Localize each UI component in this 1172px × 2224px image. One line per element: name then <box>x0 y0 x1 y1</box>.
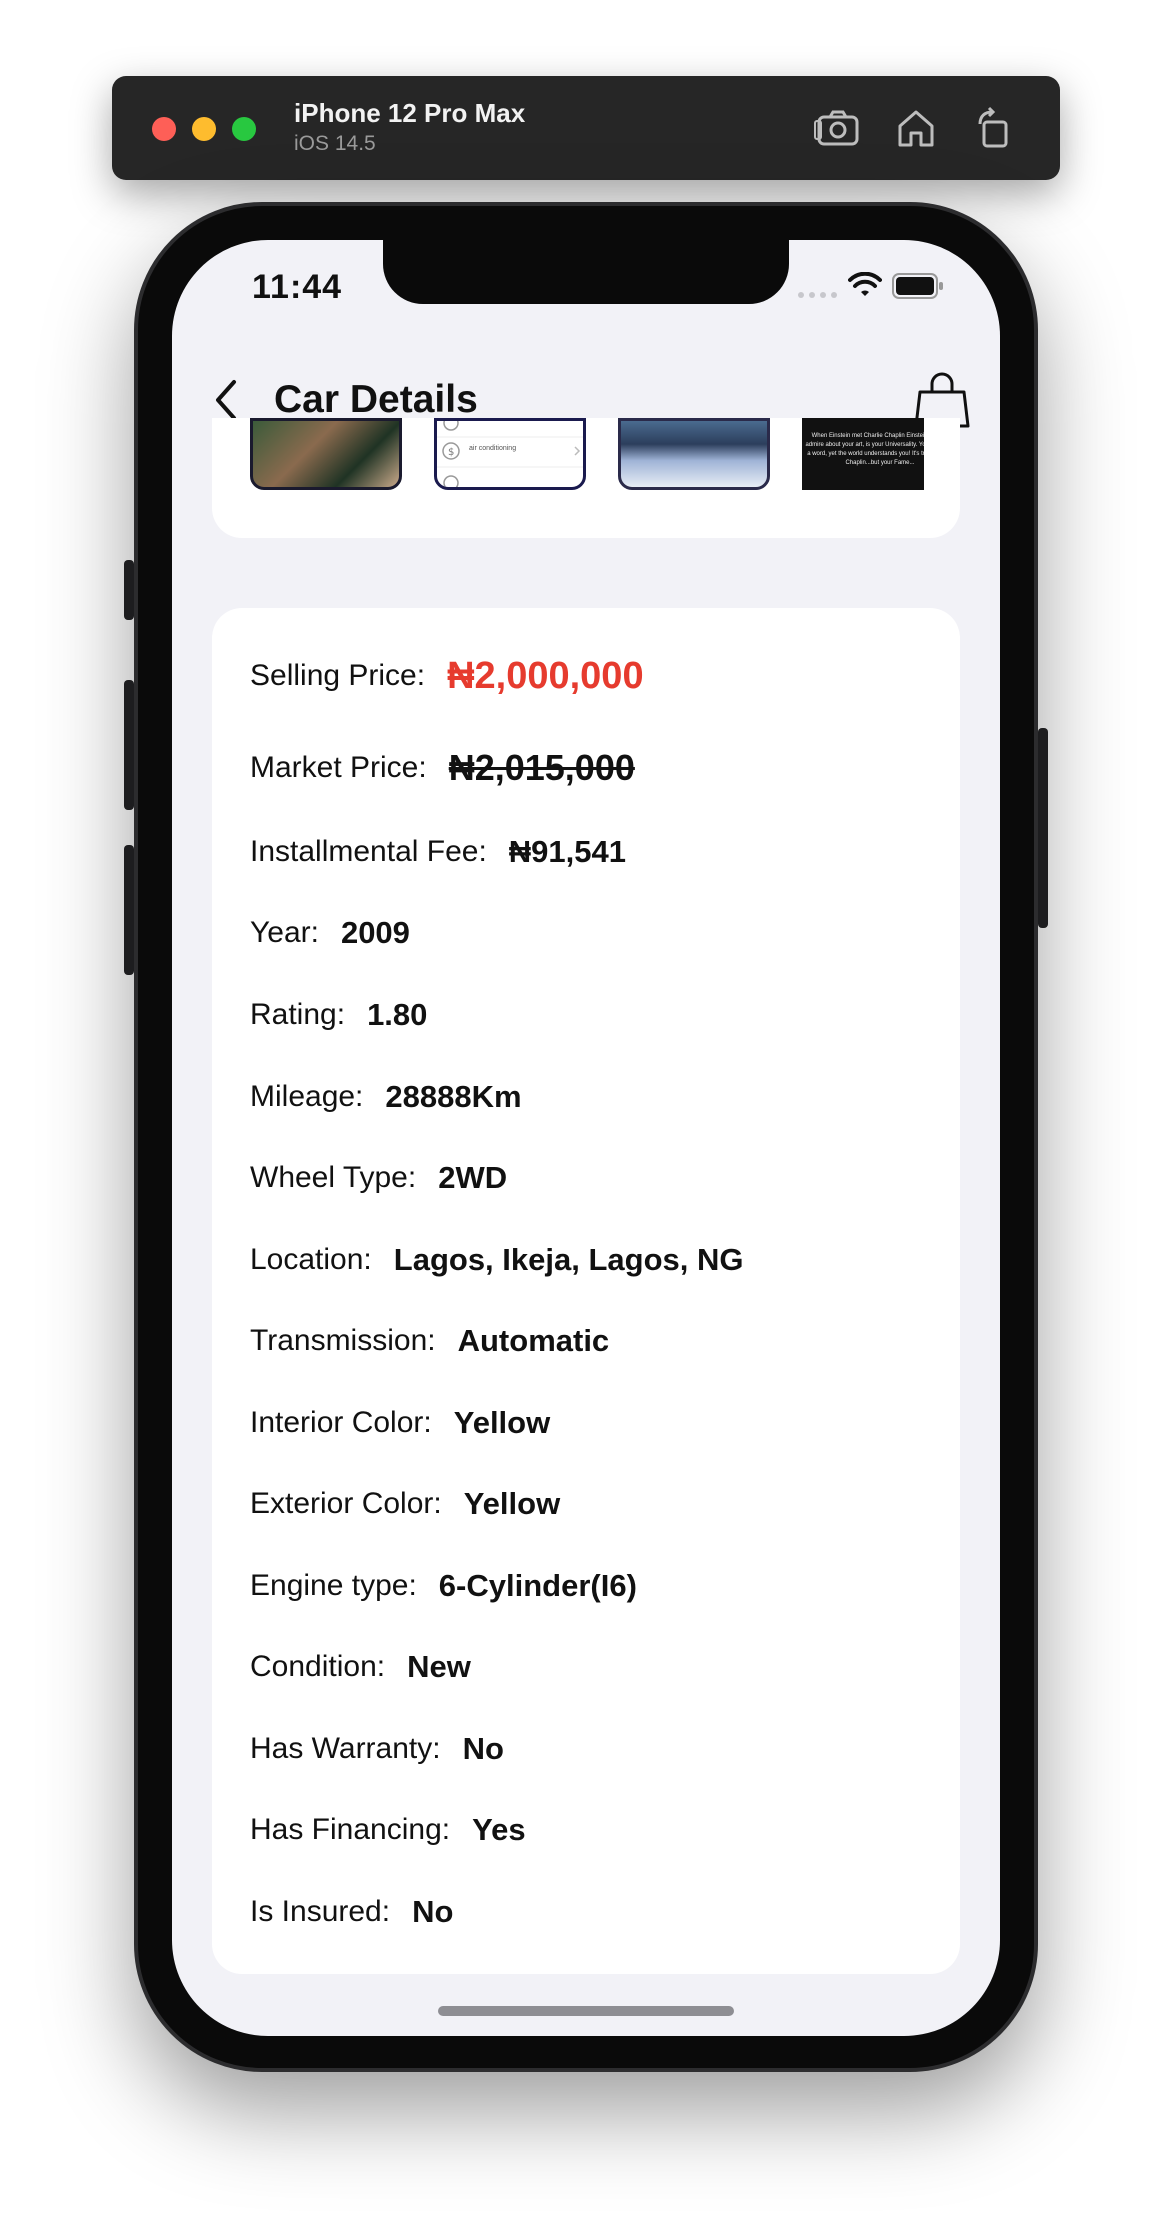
detail-label: Selling Price: <box>250 659 426 692</box>
thumbnail-caption: When Einstein met Charlie Chaplin Einste… <box>805 433 924 466</box>
screenshot-thumbnail-image: $ <box>437 421 583 487</box>
detail-value: 28888Km <box>385 1079 522 1114</box>
wifi-icon <box>848 272 882 296</box>
detail-row-mileage: Mileage: 28888Km <box>250 1067 522 1127</box>
detail-label: Interior Color: <box>250 1406 432 1439</box>
detail-value: Yellow <box>463 1486 561 1521</box>
detail-label: Is Insured: <box>250 1895 391 1928</box>
detail-row-location: Location: Lagos, Ikeja, Lagos, NG <box>250 1230 743 1290</box>
detail-label: Mileage: <box>250 1080 364 1113</box>
market-price-value: ₦2,015,000 <box>448 747 635 788</box>
volume-down-button <box>124 845 134 975</box>
power-button <box>1038 728 1048 928</box>
detail-label: Engine type: <box>250 1569 417 1602</box>
detail-label: Market Price: <box>250 751 427 784</box>
detail-value: Yellow <box>453 1405 551 1440</box>
detail-label: Has Warranty: <box>250 1732 441 1765</box>
detail-value: New <box>407 1649 471 1684</box>
selling-price-value: ₦2,000,000 <box>447 654 644 697</box>
silent-switch <box>124 560 134 620</box>
detail-label: Transmission: <box>250 1324 436 1357</box>
detail-value: Lagos, Ikeja, Lagos, NG <box>393 1242 744 1277</box>
image-gallery[interactable]: $ air conditioning When Einstein met Cha… <box>212 418 960 538</box>
gallery-thumbnail[interactable] <box>250 418 402 490</box>
detail-row-engine-type: Engine type: 6-Cylinder(I6) <box>250 1556 637 1616</box>
status-time: 11:44 <box>252 268 343 306</box>
page-title: Car Details <box>274 378 478 421</box>
detail-value: 1.80 <box>367 997 428 1032</box>
detail-row-condition: Condition: New <box>250 1637 471 1697</box>
detail-row-installmental-fee: Installmental Fee: ₦91,541 <box>250 822 626 882</box>
screenshot-icon[interactable] <box>814 104 862 152</box>
detail-label: Exterior Color: <box>250 1487 442 1520</box>
detail-value: Yes <box>472 1812 526 1847</box>
detail-label: Has Financing: <box>250 1813 451 1846</box>
thumbnail-caption: air conditioning <box>469 445 517 452</box>
detail-value: No <box>412 1894 454 1929</box>
rotate-icon[interactable] <box>970 104 1018 152</box>
detail-row-year: Year: 2009 <box>250 903 410 963</box>
gallery-thumbnail[interactable] <box>618 418 770 490</box>
close-window-button[interactable] <box>152 117 176 141</box>
detail-label: Rating: <box>250 998 346 1031</box>
detail-label: Installmental Fee: <box>250 835 487 868</box>
detail-row-rating: Rating: 1.80 <box>250 985 427 1045</box>
detail-row-interior-color: Interior Color: Yellow <box>250 1393 550 1453</box>
device-name: iPhone 12 Pro Max <box>294 98 526 128</box>
detail-row-is-insured: Is Insured: No <box>250 1882 453 1942</box>
detail-value: ₦91,541 <box>508 834 626 869</box>
notch <box>383 240 789 304</box>
detail-label: Condition: <box>250 1650 386 1683</box>
battery-icon <box>892 273 943 299</box>
detail-value: No <box>462 1731 504 1766</box>
detail-label: Wheel Type: <box>250 1161 417 1194</box>
gallery-thumbnail[interactable]: When Einstein met Charlie Chaplin Einste… <box>802 418 924 490</box>
detail-label: Location: <box>250 1243 372 1276</box>
home-icon[interactable] <box>892 104 940 152</box>
simulator-title-bar: iPhone 12 Pro Max iOS 14.5 <box>112 76 1060 180</box>
detail-row-market-price: Market Price: ₦2,015,000 <box>250 738 635 798</box>
car-details-card: Selling Price: ₦2,000,000 Market Price: … <box>212 608 960 1974</box>
detail-value: Automatic <box>457 1323 610 1358</box>
detail-row-transmission: Transmission: Automatic <box>250 1311 609 1371</box>
detail-label: Year: <box>250 916 319 949</box>
volume-up-button <box>124 680 134 810</box>
gallery-thumbnail[interactable]: $ air conditioning <box>434 418 586 490</box>
detail-row-wheel-type: Wheel Type: 2WD <box>250 1148 507 1208</box>
detail-row-has-financing: Has Financing: Yes <box>250 1800 526 1860</box>
minimize-window-button[interactable] <box>192 117 216 141</box>
cellular-signal-icon <box>798 292 837 298</box>
svg-text:$: $ <box>448 447 454 458</box>
os-version: iOS 14.5 <box>294 132 376 155</box>
detail-value: 2009 <box>340 915 410 950</box>
detail-row-exterior-color: Exterior Color: Yellow <box>250 1474 560 1534</box>
detail-row-has-warranty: Has Warranty: No <box>250 1719 504 1779</box>
detail-value: 2WD <box>438 1160 508 1195</box>
app-screen: 11:44 Car Details $ air conditioning Whe… <box>172 240 1000 2036</box>
detail-row-selling-price: Selling Price: ₦2,000,000 <box>250 646 644 706</box>
home-indicator[interactable] <box>438 2006 734 2016</box>
zoom-window-button[interactable] <box>232 117 256 141</box>
detail-value: 6-Cylinder(I6) <box>438 1568 637 1603</box>
